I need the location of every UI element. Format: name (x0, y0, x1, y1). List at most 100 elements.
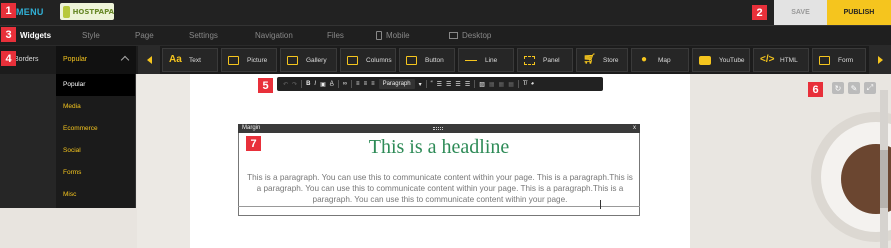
widget-html[interactable]: </> HTML (753, 48, 809, 72)
chevron-down-icon: ▾ (418, 81, 422, 88)
table-icon[interactable]: ▦ (489, 81, 495, 88)
widget-text-label: Text (189, 56, 201, 64)
paragraph-text[interactable]: This is a paragraph. You can use this to… (244, 172, 636, 205)
paragraph-select[interactable]: Paragraph (378, 79, 415, 89)
annotation-badge-3: 3 (1, 27, 16, 42)
tab-style[interactable]: Style (82, 26, 100, 46)
indent-icon[interactable]: ☰ (465, 81, 470, 88)
symbol-icon[interactable]: ▦ (508, 81, 514, 88)
widget-form-label: Form (838, 56, 854, 64)
annotation-badge-4: 4 (1, 51, 16, 66)
refresh-icon[interactable]: ↻ (832, 82, 844, 94)
columns-icon (347, 55, 358, 65)
numbered-list-icon[interactable]: ☰ (446, 81, 451, 88)
close-icon[interactable]: x (633, 124, 636, 133)
toolbar-separator (337, 80, 339, 88)
undo-icon[interactable]: ↶ (283, 81, 288, 88)
widget-line-label: Line (485, 56, 498, 64)
quote-icon[interactable]: “ (431, 81, 433, 87)
dropdown-item-ecommerce[interactable]: Ecommerce (56, 118, 135, 140)
annotation-badge-5: 5 (258, 78, 273, 93)
widget-store[interactable]: 🛒︎ Store (576, 48, 628, 72)
align-center-icon[interactable]: ≡ (364, 81, 368, 87)
bullet-list-icon[interactable]: ☰ (437, 81, 442, 88)
annotation-badge-7: 7 (246, 136, 261, 151)
drag-handle-icon[interactable] (433, 127, 443, 130)
text-icon: Aa (169, 54, 182, 65)
element-label: Margin (242, 125, 261, 131)
expand-icon[interactable]: ⤢ (864, 82, 876, 94)
redo-icon[interactable]: ↷ (292, 81, 297, 88)
clear-format-icon[interactable]: T̸ (523, 81, 527, 87)
annotation-badge-6: 6 (808, 82, 823, 97)
widget-gallery[interactable]: Gallery (280, 48, 337, 72)
scroll-left-button[interactable] (138, 46, 160, 74)
widget-gallery-label: Gallery (306, 56, 327, 64)
arrow-left-icon (146, 56, 152, 64)
arrow-right-icon (877, 56, 883, 64)
logo-mark-icon (63, 5, 70, 18)
dropdown-item-forms[interactable]: Forms (56, 162, 135, 184)
picture-icon (228, 55, 239, 65)
widget-picture[interactable]: Picture (221, 48, 277, 72)
panel-icon (524, 55, 535, 65)
highlight-icon[interactable]: A̲ (330, 81, 334, 87)
save-button[interactable]: SAVE (774, 0, 827, 25)
element-handle-bar[interactable]: Margin x (238, 124, 640, 133)
left-strip (0, 74, 56, 208)
code-icon: </> (760, 54, 775, 65)
align-right-icon[interactable]: ≡ (371, 81, 375, 87)
widget-form[interactable]: Form (812, 48, 866, 72)
italic-button[interactable]: I (314, 81, 316, 87)
widget-youtube[interactable]: YouTube (692, 48, 750, 72)
dropdown-item-misc[interactable]: Misc (56, 184, 135, 206)
tab-desktop-label: Desktop (462, 31, 492, 40)
form-icon (819, 55, 830, 65)
category-select-value: Popular (63, 56, 88, 63)
tab-settings[interactable]: Settings (189, 26, 218, 46)
scrollbar-thumb[interactable] (880, 150, 888, 208)
category-select[interactable]: Popular (56, 46, 136, 74)
headline-text[interactable]: This is a headline (240, 136, 638, 159)
dropdown-item-media[interactable]: Media (56, 96, 135, 118)
widget-map[interactable]: ● Map (631, 48, 689, 72)
tab-desktop[interactable]: Desktop (449, 26, 491, 46)
widget-columns[interactable]: Columns (340, 48, 396, 72)
widget-store-label: Store (603, 56, 619, 64)
tab-mobile-label: Mobile (386, 31, 410, 40)
scroll-right-button[interactable] (869, 46, 891, 74)
widget-button[interactable]: Button (399, 48, 455, 72)
source-icon[interactable]: ◕ (531, 81, 535, 87)
video-icon[interactable]: ▦ (499, 81, 505, 88)
link-icon[interactable]: ∞ (343, 81, 347, 87)
line-icon (465, 59, 477, 61)
outdent-icon[interactable]: ☰ (455, 81, 460, 88)
rich-text-toolbar: ↶ ↷ B I ▣ A̲ ∞ ≡ ≡ ≡ Paragraph ▾ “ ☰ ☰ ☰… (277, 77, 603, 91)
publish-button[interactable]: PUBLISH (827, 0, 891, 25)
image-icon[interactable]: ▨ (479, 81, 485, 88)
widget-map-label: Map (658, 56, 671, 64)
bold-button[interactable]: B (306, 81, 310, 87)
text-color-icon[interactable]: ▣ (320, 81, 326, 88)
menu-button[interactable]: MENU (16, 3, 44, 21)
align-left-icon[interactable]: ≡ (356, 81, 360, 87)
tab-mobile[interactable]: Mobile (376, 26, 410, 46)
logo[interactable]: HOSTPAPA (60, 3, 114, 20)
dropdown-item-social[interactable]: Social (56, 140, 135, 162)
element-divider (238, 206, 640, 207)
annotation-badge-2: 2 (752, 5, 767, 20)
dropdown-item-popular[interactable]: Popular (56, 74, 135, 96)
tab-page[interactable]: Page (135, 26, 154, 46)
logo-text: HOSTPAPA (72, 7, 114, 16)
widget-line[interactable]: Line (458, 48, 514, 72)
tab-widgets[interactable]: Widgets (20, 26, 51, 46)
tab-navigation[interactable]: Navigation (255, 26, 293, 46)
canvas-tools: ↻ ✎ ⤢ (832, 82, 876, 94)
widget-panel[interactable]: Panel (517, 48, 573, 72)
edit-icon[interactable]: ✎ (848, 82, 860, 94)
borders-toggle[interactable]: Borders (14, 46, 39, 74)
toolbar-separator (425, 80, 427, 88)
widget-youtube-label: YouTube (719, 56, 745, 64)
widget-text[interactable]: Aa Text (162, 48, 218, 72)
tab-files[interactable]: Files (327, 26, 344, 46)
